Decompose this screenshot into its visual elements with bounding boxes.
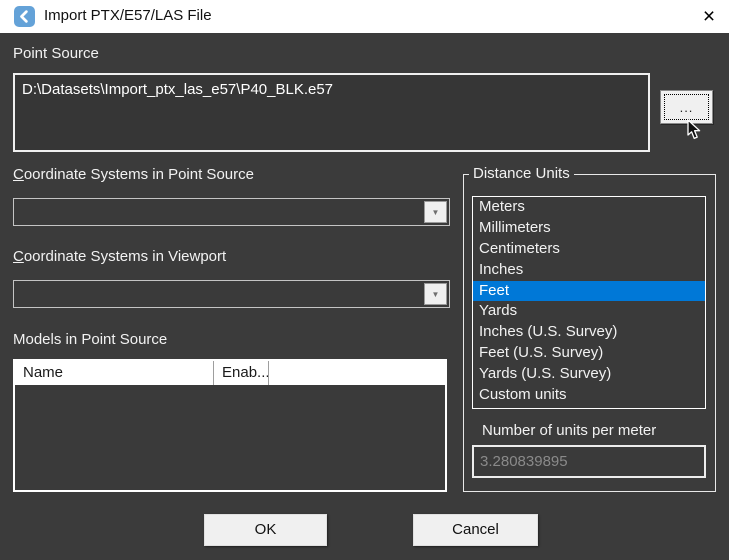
distance-unit-option-yards[interactable]: Yards xyxy=(473,301,705,322)
ok-button[interactable]: OK xyxy=(204,514,327,546)
mouse-cursor xyxy=(687,119,703,141)
cs-viewport-label: Coordinate Systems in Viewport xyxy=(13,248,226,265)
distance-unit-option-yards-u-s-survey[interactable]: Yards (U.S. Survey) xyxy=(473,364,705,385)
models-table-header: Name Enab... xyxy=(15,361,445,385)
point-source-path: D:\Datasets\Import_ptx_las_e57\P40_BLK.e… xyxy=(22,81,333,98)
chevron-down-icon[interactable]: ▼ xyxy=(424,283,447,305)
cs-point-source-label: Coordinate Systems in Point Source xyxy=(13,166,254,183)
models-table: Name Enab... xyxy=(13,359,447,492)
models-label: Models in Point Source xyxy=(13,331,167,348)
point-source-field[interactable]: D:\Datasets\Import_ptx_las_e57\P40_BLK.e… xyxy=(13,73,650,152)
point-source-label: Point Source xyxy=(13,45,99,62)
distance-unit-option-feet-u-s-survey[interactable]: Feet (U.S. Survey) xyxy=(473,343,705,364)
cs-point-source-combobox[interactable]: ▼ xyxy=(13,198,450,226)
distance-unit-option-centimeters[interactable]: Centimeters xyxy=(473,239,705,260)
distance-unit-option-feet[interactable]: Feet xyxy=(473,281,705,302)
distance-unit-option-inches-u-s-survey[interactable]: Inches (U.S. Survey) xyxy=(473,322,705,343)
column-header-enabled[interactable]: Enab... xyxy=(214,361,269,385)
units-per-meter-label: Number of units per meter xyxy=(482,422,656,439)
distance-unit-option-millimeters[interactable]: Millimeters xyxy=(473,218,705,239)
models-table-body[interactable] xyxy=(15,385,445,490)
cs-viewport-combobox[interactable]: ▼ xyxy=(13,280,450,308)
import-dialog: Import PTX/E57/LAS File × Point Source D… xyxy=(0,0,729,560)
window-title: Import PTX/E57/LAS File xyxy=(44,7,212,24)
distance-unit-option-custom-units[interactable]: Custom units xyxy=(473,385,705,406)
chevron-down-icon[interactable]: ▼ xyxy=(424,201,447,223)
column-header-name[interactable]: Name xyxy=(15,361,214,385)
chevron-left-icon xyxy=(17,9,32,24)
distance-unit-option-inches[interactable]: Inches xyxy=(473,260,705,281)
distance-units-legend: Distance Units xyxy=(469,165,574,182)
distance-units-listbox[interactable]: MetersMillimetersCentimetersInchesFeetYa… xyxy=(472,196,706,409)
titlebar: Import PTX/E57/LAS File × xyxy=(0,0,729,33)
distance-units-group: Distance Units MetersMillimetersCentimet… xyxy=(463,174,716,492)
column-header-filler xyxy=(269,361,445,385)
app-icon xyxy=(14,6,35,27)
cancel-button[interactable]: Cancel xyxy=(413,514,538,546)
units-per-meter-field: 3.280839895 xyxy=(472,445,706,478)
close-icon[interactable]: × xyxy=(695,4,723,29)
distance-unit-option-meters[interactable]: Meters xyxy=(473,197,705,218)
